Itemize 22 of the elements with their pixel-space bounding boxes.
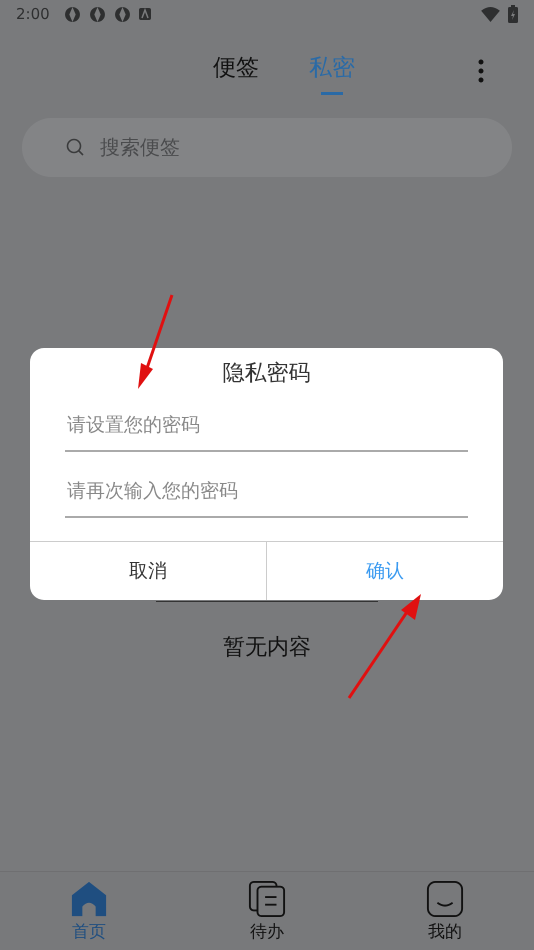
notification-icon (114, 6, 131, 22)
confirm-button[interactable]: 确认 (267, 542, 503, 600)
wifi-icon (481, 6, 500, 22)
search-field[interactable]: 搜索便签 (22, 118, 512, 177)
keyboard-icon (138, 8, 151, 20)
nav-item[interactable]: 我的 (356, 872, 534, 950)
status-time: 2:00 (16, 5, 50, 23)
notification-icon (88, 6, 106, 22)
nav-item[interactable]: 待办 (178, 872, 356, 950)
password-field[interactable]: 请再次输入您的密码 (65, 466, 468, 518)
search-icon (66, 138, 86, 158)
more-icon[interactable] (478, 59, 484, 83)
tab[interactable]: 便签 (213, 44, 259, 98)
home-icon (70, 880, 108, 918)
battery-icon (508, 5, 518, 23)
notification-icon (64, 6, 81, 22)
documents-icon (248, 880, 286, 918)
dialog-title: 隐私密码 (222, 360, 310, 388)
empty-text: 暂无内容 (223, 634, 311, 662)
password-field[interactable]: 请设置您的密码 (65, 400, 468, 452)
cancel-button[interactable]: 取消 (30, 542, 267, 600)
face-icon (426, 880, 464, 918)
